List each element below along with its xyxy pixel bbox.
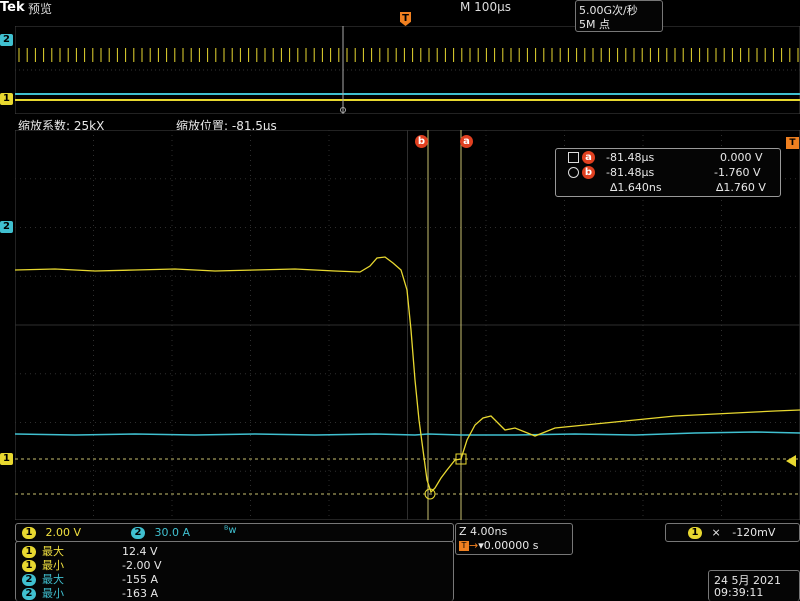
datetime-panel: 24 5月 2021 09:39:11 (708, 570, 800, 601)
cursor-delta-value: ∆1.760 V (716, 181, 766, 194)
cursor-b-time: -81.48µs (606, 166, 655, 179)
cursor-b-readout-tag: b (582, 166, 595, 179)
ch2-scale-badge: 2 (131, 527, 145, 539)
cursor-delta-time: ∆1.640ns (610, 181, 662, 194)
cursor-a-tag[interactable]: a (460, 135, 473, 148)
trigger-slope-icon: ⨯ (711, 526, 721, 539)
ch2-zoom-marker[interactable]: 2 (0, 221, 13, 233)
timebase-readout[interactable]: M 100µs (460, 0, 511, 14)
trigger-position-icon[interactable]: T (400, 12, 411, 26)
measurements-panel[interactable]: 1 最大 12.4 V 1 最小 -2.00 V 2 最大 -155 A 2 最小 -163 A (15, 541, 454, 601)
ch2-overview-marker[interactable]: 2 (0, 34, 13, 46)
bandwidth-limit-icon: ᴮw (224, 525, 237, 536)
cursor-b-symbol-icon (568, 167, 579, 178)
trigger-channel-badge: 1 (688, 527, 702, 539)
trigger-delay: T →▾0.00000 s (459, 539, 538, 552)
ch2-scale-value: 30.0 A (154, 526, 191, 539)
ch1-zoom-marker[interactable]: 1 (0, 453, 13, 465)
horizontal-panel[interactable]: Z 4.00ns T →▾0.00000 s (455, 523, 573, 555)
measurement-channel-badge: 2 (22, 588, 36, 600)
trigger-panel[interactable]: 1 ⨯ -120mV (665, 523, 800, 542)
trigger-delay-value: ▾0.00000 s (478, 539, 539, 552)
ch1-overview-marker[interactable]: 1 (0, 93, 13, 105)
measurement-label: 最小 (42, 587, 64, 600)
measurement-value: -163 A (122, 587, 158, 600)
time-label: 09:39:11 (714, 586, 764, 599)
brand-logo: Tek (0, 0, 25, 15)
trigger-level-value: -120mV (732, 526, 776, 539)
channel-scale-bar[interactable]: 1 2.00 V 2 30.0 A ᴮw (15, 523, 454, 542)
cursor-a-symbol-icon (568, 152, 579, 163)
overview-waveform[interactable] (15, 26, 800, 114)
trigger-delay-icon: T (459, 541, 469, 551)
record-length: 5M 点 (579, 18, 610, 31)
ch1-scale-value: 2.00 V (45, 526, 82, 539)
cursor-a-value: 0.000 V (720, 151, 763, 164)
mode-label: 预览 (28, 2, 53, 16)
zoom-scale: Z 4.00ns (459, 525, 508, 538)
cursor-readout-panel: a -81.48µs 0.000 V b -81.48µs -1.760 V ∆… (555, 148, 781, 197)
cursor-b-value: -1.760 V (714, 166, 761, 179)
acquisition-panel[interactable]: 5.00G次/秒 5M 点 (575, 0, 663, 32)
trigger-level-marker[interactable]: T (786, 137, 799, 149)
measurement-row[interactable]: 2 最小 -163 A (22, 585, 242, 601)
trigger-level-arrow-icon (786, 455, 796, 467)
ch1-scale-badge: 1 (22, 527, 36, 539)
cursor-a-time: -81.48µs (606, 151, 655, 164)
cursor-b-tag[interactable]: b (415, 135, 428, 148)
cursor-a-readout-tag: a (582, 151, 595, 164)
